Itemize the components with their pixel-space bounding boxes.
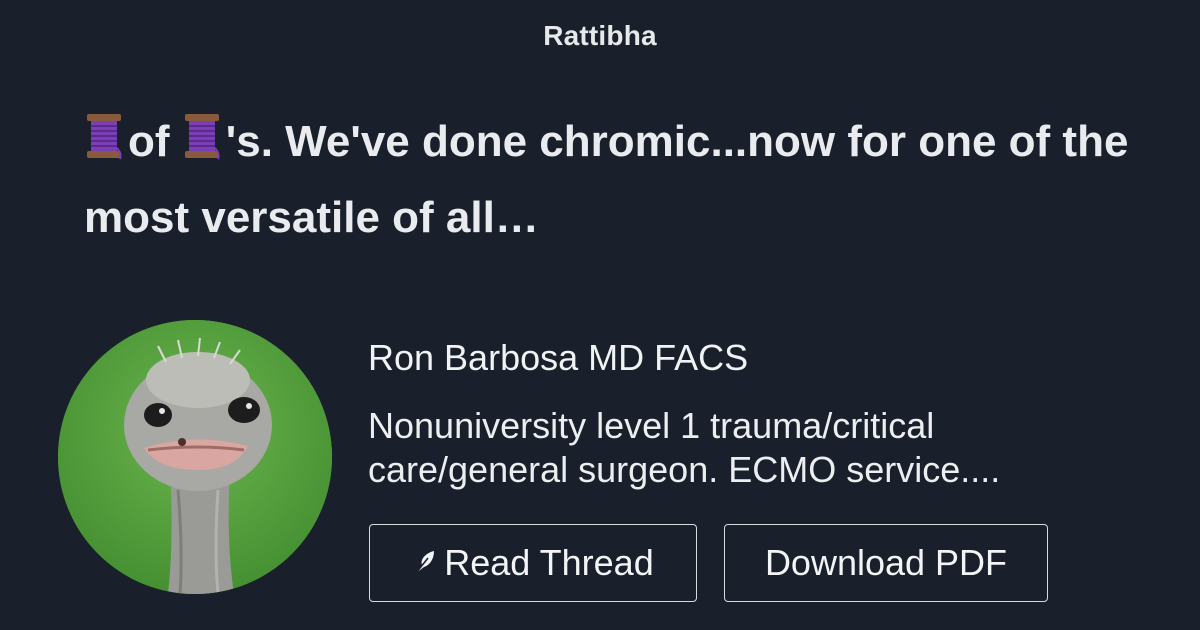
site-brand[interactable]: Rattibha: [0, 20, 1200, 52]
read-thread-button[interactable]: Read Thread: [369, 524, 697, 602]
title-text-part1: of: [128, 117, 170, 166]
thread-title[interactable]: of 's. We've done chromic...now for one …: [84, 106, 1144, 254]
share-card: Rattibha of 's. We've done chromic...now…: [0, 0, 1200, 630]
author-bio: Nonuniversity level 1 trauma/critical ca…: [368, 405, 1001, 490]
avatar[interactable]: [58, 320, 332, 594]
ostrich-avatar: [58, 320, 332, 594]
title-text-part2: 's. We've done chromic...now for one of …: [84, 117, 1129, 242]
spool-of-thread-icon: [182, 110, 222, 182]
spool-of-thread-icon: [84, 110, 124, 182]
feather-icon: [412, 542, 438, 584]
read-thread-label: Read Thread: [444, 542, 654, 583]
download-pdf-button[interactable]: Download PDF: [724, 524, 1048, 602]
author-name[interactable]: Ron Barbosa MD FACS: [368, 337, 748, 379]
download-pdf-label: Download PDF: [764, 542, 1008, 583]
